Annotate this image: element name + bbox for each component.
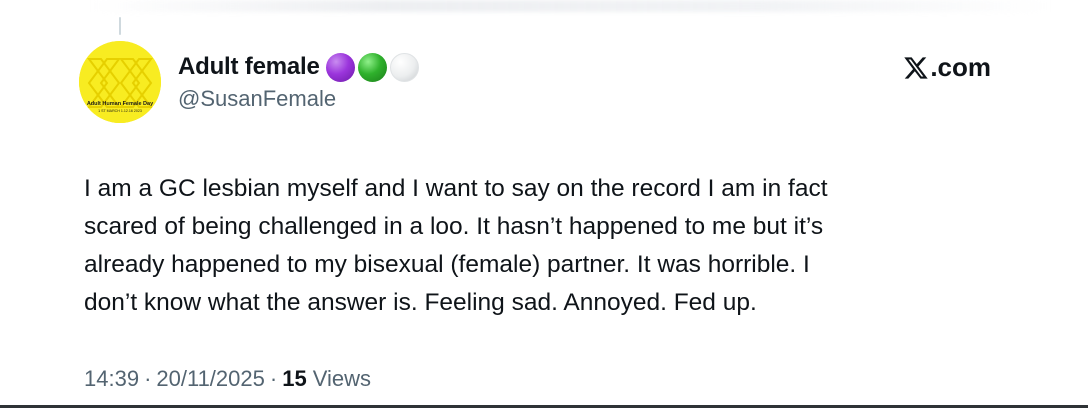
tweet-text-line: scared of being challenged in a loo. It … <box>84 213 824 240</box>
tweet-text: I am a GC lesbian myself and I want to s… <box>84 170 1044 322</box>
green-circle-emoji <box>357 52 387 82</box>
tweet-metadata: 14:39 · 20/11/2025 · 15 Views <box>84 366 371 392</box>
author-name-row: Adult female <box>178 50 422 84</box>
views-label[interactable]: Views <box>313 366 371 392</box>
meta-separator: · <box>144 366 152 391</box>
tweet-date[interactable]: 20/11/2025 <box>156 366 264 392</box>
author-display-name[interactable]: Adult female <box>178 53 320 81</box>
avatar-xx-logo: Adult Human Female Day 1 ST MARCH 1.12.1… <box>79 41 161 123</box>
avatar[interactable]: Adult Human Female Day 1 ST MARCH 1.12.1… <box>79 41 161 123</box>
thread-connector-line <box>119 17 121 35</box>
brand-domain-label: .com <box>930 52 991 82</box>
purple-circle-emoji <box>325 52 355 82</box>
avatar-subcaption: 1 ST MARCH 1.12.16 2023 <box>98 109 142 113</box>
tweet-text-line: already happened to my bisexual (female)… <box>84 251 810 278</box>
avatar-caption: Adult Human Female Day <box>87 101 154 107</box>
x-com-watermark: .com <box>903 52 991 83</box>
white-circle-emoji <box>389 52 419 82</box>
top-fade-shadow <box>90 0 1050 12</box>
views-count[interactable]: 15 <box>282 366 306 392</box>
tweet-time[interactable]: 14:39 <box>84 366 139 392</box>
tweet-text-line: don’t know what the answer is. Feeling s… <box>84 289 757 316</box>
tweet-text-line: I am a GC lesbian myself and I want to s… <box>84 175 828 202</box>
meta-separator: · <box>269 366 278 391</box>
author-handle[interactable]: @SusanFemale <box>178 86 336 112</box>
x-logo-icon <box>904 56 929 79</box>
